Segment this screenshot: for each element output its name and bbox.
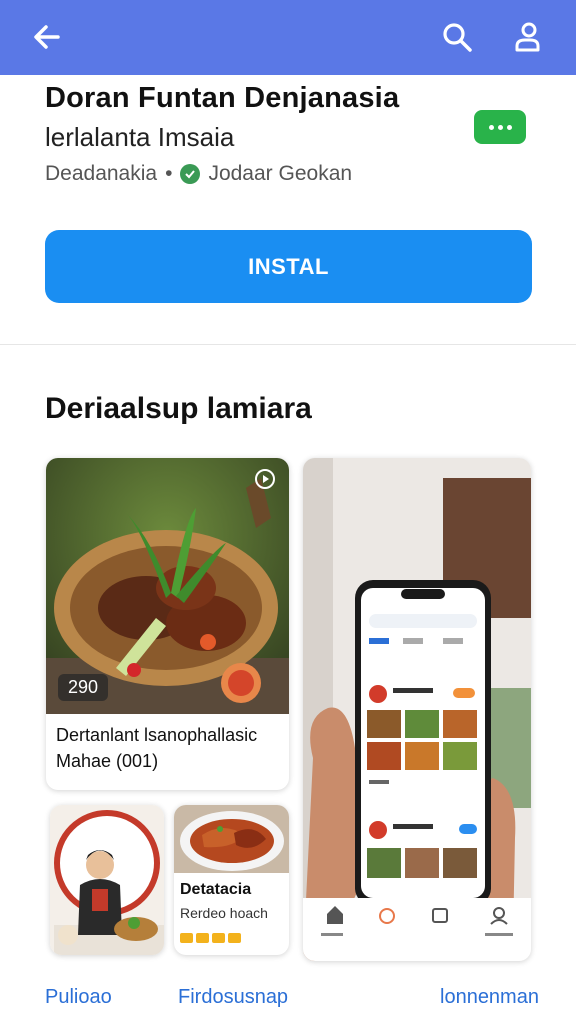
app-subtitle: lerlalanta Imsaia	[45, 122, 235, 152]
character-illustration	[50, 805, 164, 955]
dot-icon	[488, 124, 494, 130]
card-caption: Dertanlant lsanophallasic Mahae (001)	[56, 722, 282, 774]
screenshot-card-phone[interactable]	[303, 458, 531, 961]
dot-icon	[506, 124, 512, 130]
back-arrow-icon[interactable]	[28, 18, 66, 56]
search-icon[interactable]	[438, 18, 476, 56]
screenshot-card-dish[interactable]: Detatacia Rerdeo hoach	[174, 805, 289, 955]
star-icon	[228, 933, 241, 943]
bottom-link[interactable]: Pulioao	[45, 986, 112, 1009]
profile-icon[interactable]	[508, 18, 546, 56]
screenshot-card-food[interactable]: 290 Dertanlant lsanophallasic Mahae (001…	[46, 458, 289, 790]
top-app-bar	[0, 0, 576, 75]
card-title: Detatacia	[180, 881, 252, 898]
meta-separator: •	[165, 162, 173, 185]
category-name[interactable]: Jodaar Geokan	[208, 162, 352, 186]
caption-line: Dertanlant lsanophallasic	[56, 725, 258, 745]
screenshot-card-character[interactable]	[50, 805, 164, 955]
verified-badge-icon	[180, 164, 201, 184]
developer-name[interactable]: Deadanakia	[45, 162, 157, 186]
grilled-dish-image	[174, 805, 289, 873]
star-icon	[196, 933, 209, 943]
app-meta: Deadanakia • Jodaar Geokan	[45, 162, 352, 186]
rating-stars	[180, 933, 241, 947]
more-options-button[interactable]	[474, 110, 526, 144]
phone-in-hand-image	[303, 458, 531, 961]
dot-icon	[497, 124, 503, 130]
bottom-link[interactable]: Firdosusnap	[178, 986, 288, 1009]
rating-badge: 290	[58, 674, 109, 701]
divider	[0, 344, 576, 345]
card-subtitle: Rerdeo hoach	[180, 905, 268, 921]
caption-line: Mahae (001)	[56, 751, 159, 771]
bottom-link[interactable]: lonnenman	[440, 986, 539, 1009]
section-title: Deriaalsup lamiara	[45, 392, 312, 425]
app-title: Doran Funtan Denjanasia	[45, 82, 400, 114]
star-icon	[180, 933, 193, 943]
play-icon[interactable]	[254, 468, 276, 490]
install-button[interactable]: INSTAL	[45, 230, 532, 303]
star-icon	[212, 933, 225, 943]
